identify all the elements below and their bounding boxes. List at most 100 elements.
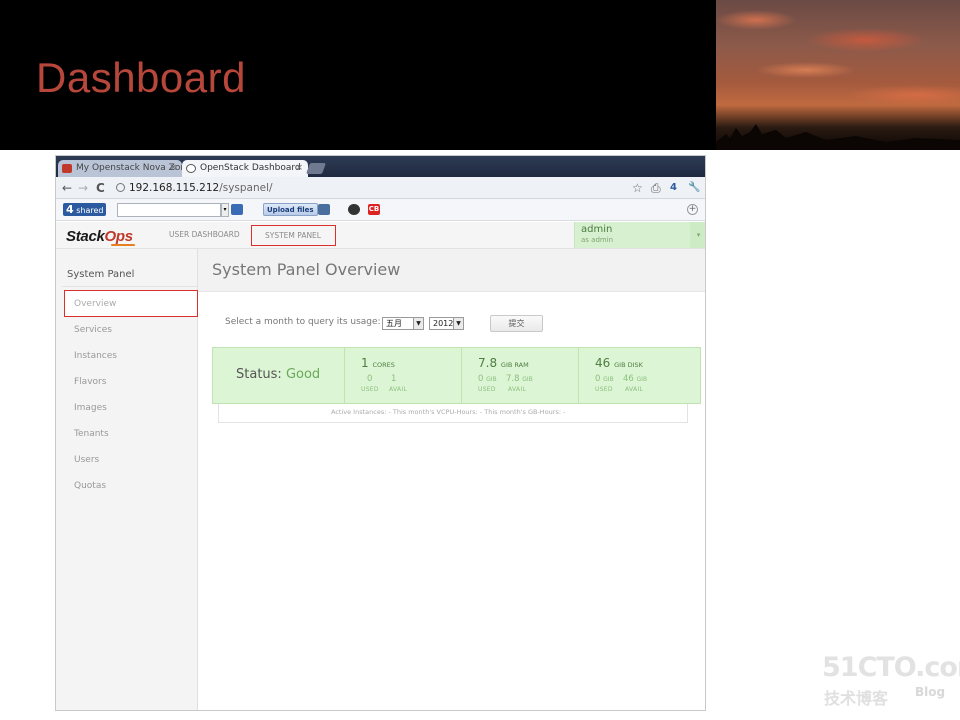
ram-labels: USED AVAIL — [478, 386, 526, 393]
submit-button[interactable]: 提交 — [490, 315, 543, 332]
cores-labels: USED AVAIL — [361, 386, 407, 393]
extension-toolbar: 4 shared ▾ Upload files CB + — [56, 199, 705, 221]
disk-value: 46 — [595, 356, 611, 370]
avail-label: AVAIL — [389, 386, 408, 393]
user-menu[interactable]: admin as admin — [574, 222, 690, 248]
shared-label: shared — [76, 206, 104, 215]
sidebar-item-overview[interactable]: Overview — [74, 298, 116, 310]
disk-unit: GIB DISK — [614, 361, 643, 369]
cores-values: 01 — [361, 374, 396, 384]
sidebar: System Panel Overview Services Instances… — [56, 249, 198, 710]
brand-stack: Stack — [66, 228, 105, 245]
stackops-logo[interactable]: StackOps — [66, 228, 133, 245]
chevron-down-icon: ▼ — [453, 318, 463, 329]
sidebar-item-tenants[interactable]: Tenants — [74, 428, 109, 440]
month-query-label: Select a month to query its usage: — [225, 317, 381, 327]
disk-values: 0 GIB 46 GIB — [595, 374, 647, 384]
year-value: 2012 — [433, 319, 454, 328]
ram-total: 7.8 GIB RAM — [478, 356, 529, 370]
nav-user-dashboard[interactable]: USER DASHBOARD — [169, 230, 240, 239]
sidebar-item-images[interactable]: Images — [74, 402, 107, 414]
add-icon[interactable]: + — [687, 204, 698, 215]
cb-icon[interactable]: CB — [368, 204, 380, 215]
url-field[interactable]: 192.168.115.212/syspanel/ — [129, 181, 273, 195]
browser-window: My Openstack Nova Zon × OpenStack Dashbo… — [55, 155, 706, 711]
page-icon — [116, 183, 125, 192]
sidebar-item-services[interactable]: Services — [74, 324, 112, 336]
avail-label: AVAIL — [625, 386, 644, 393]
4shared-logo[interactable]: 4 shared — [63, 203, 107, 216]
status-cell: Status: Good — [213, 348, 345, 405]
nav-system-panel-label: SYSTEM PANEL — [265, 231, 321, 240]
status-text: Status: Good — [236, 367, 320, 382]
chevron-down-icon: ▼ — [413, 318, 423, 329]
print-icon[interactable]: ⎙ — [651, 180, 661, 196]
month-select[interactable]: 五月 ▼ — [382, 317, 424, 330]
disk-used: 0 — [595, 374, 601, 384]
tab-label: My Openstack Nova Zon — [76, 163, 182, 173]
ram-avail: 7.8 — [506, 374, 520, 384]
user-menu-caret-icon[interactable]: ▾ — [690, 222, 705, 248]
star-icon[interactable]: ☆ — [632, 180, 643, 196]
page-title-bar: System Panel Overview — [198, 249, 705, 292]
sunset-photo — [716, 0, 960, 150]
status-label: Status: — [236, 367, 282, 382]
tab-bar: My Openstack Nova Zon × OpenStack Dashbo… — [56, 156, 705, 177]
ram-avail-unit: GIB — [522, 376, 533, 383]
logo-swoosh — [111, 244, 135, 246]
usage-stats-row: Status: Good 1 CORES 01 USED AVAIL 7.8 GI… — [212, 347, 701, 405]
wrench-icon[interactable]: 🔧 — [688, 180, 700, 196]
cores-total: 1 CORES — [361, 356, 395, 370]
slide-header: Dashboard — [0, 0, 960, 150]
folder-icon[interactable] — [231, 204, 243, 215]
toolbar-dropdown-icon[interactable]: ▾ — [221, 203, 229, 217]
disk-labels: USED AVAIL — [595, 386, 643, 393]
image-icon[interactable] — [318, 204, 330, 215]
camera-icon[interactable] — [348, 204, 360, 215]
back-arrow-icon[interactable]: ← — [62, 180, 72, 196]
page-title: System Panel Overview — [212, 260, 401, 279]
sidebar-item-quotas[interactable]: Quotas — [74, 480, 106, 492]
slide-title: Dashboard — [36, 54, 246, 101]
tab-close-icon[interactable]: × — [295, 160, 303, 177]
sidebar-item-users[interactable]: Users — [74, 454, 99, 466]
avail-label: AVAIL — [508, 386, 527, 393]
sidebar-title: System Panel — [67, 269, 135, 280]
forward-arrow-icon[interactable]: → — [78, 180, 88, 196]
sidebar-item-instances[interactable]: Instances — [74, 350, 117, 362]
tree-silhouette — [716, 124, 960, 150]
used-label: USED — [478, 386, 496, 393]
nav-system-panel[interactable]: SYSTEM PANEL — [251, 225, 336, 246]
used-label: USED — [595, 386, 613, 393]
new-tab-button[interactable] — [305, 163, 327, 174]
cores-value: 1 — [361, 356, 369, 370]
upload-files-button[interactable]: Upload files — [263, 203, 318, 216]
app-header: StackOps USER DASHBOARD SYSTEM PANEL adm… — [56, 222, 705, 249]
toolbar-search-input[interactable] — [117, 203, 221, 217]
tab-openstack-dashboard[interactable]: OpenStack Dashboard × — [182, 160, 308, 177]
year-select[interactable]: 2012 ▼ — [429, 317, 464, 330]
ram-values: 0 GIB 7.8 GIB — [478, 374, 533, 384]
usage-summary-bar: Active Instances: - This month's VCPU-Ho… — [218, 404, 688, 423]
extension-icon[interactable]: 4 — [670, 180, 677, 196]
sidebar-item-flavors[interactable]: Flavors — [74, 376, 106, 388]
brand-ops: Ops — [104, 228, 134, 245]
ram-used: 0 — [478, 374, 484, 384]
cores-used: 0 — [367, 374, 373, 384]
ram-value: 7.8 — [478, 356, 498, 370]
cores-avail: 1 — [391, 374, 397, 384]
watermark-subtitle: 技术博客 — [824, 689, 889, 708]
reload-icon[interactable]: C — [96, 180, 105, 196]
status-value: Good — [285, 367, 321, 382]
ram-unit: GIB RAM — [500, 361, 529, 369]
favicon-icon — [62, 164, 72, 173]
divider — [62, 286, 198, 287]
month-value: 五月 — [386, 319, 402, 328]
tab-close-icon[interactable]: × — [169, 160, 177, 177]
address-bar: ← → C 192.168.115.212/syspanel/ ☆ ⎙ 4 🔧 — [56, 177, 705, 199]
disk-used-unit: GIB — [603, 376, 614, 383]
tab-label: OpenStack Dashboard — [200, 163, 301, 173]
tab-nova-zone[interactable]: My Openstack Nova Zon × — [58, 160, 182, 177]
usage-summary-text: Active Instances: - This month's VCPU-Ho… — [331, 408, 566, 416]
ram-stat: 7.8 GIB RAM 0 GIB 7.8 GIB USED AVAIL — [462, 348, 579, 405]
